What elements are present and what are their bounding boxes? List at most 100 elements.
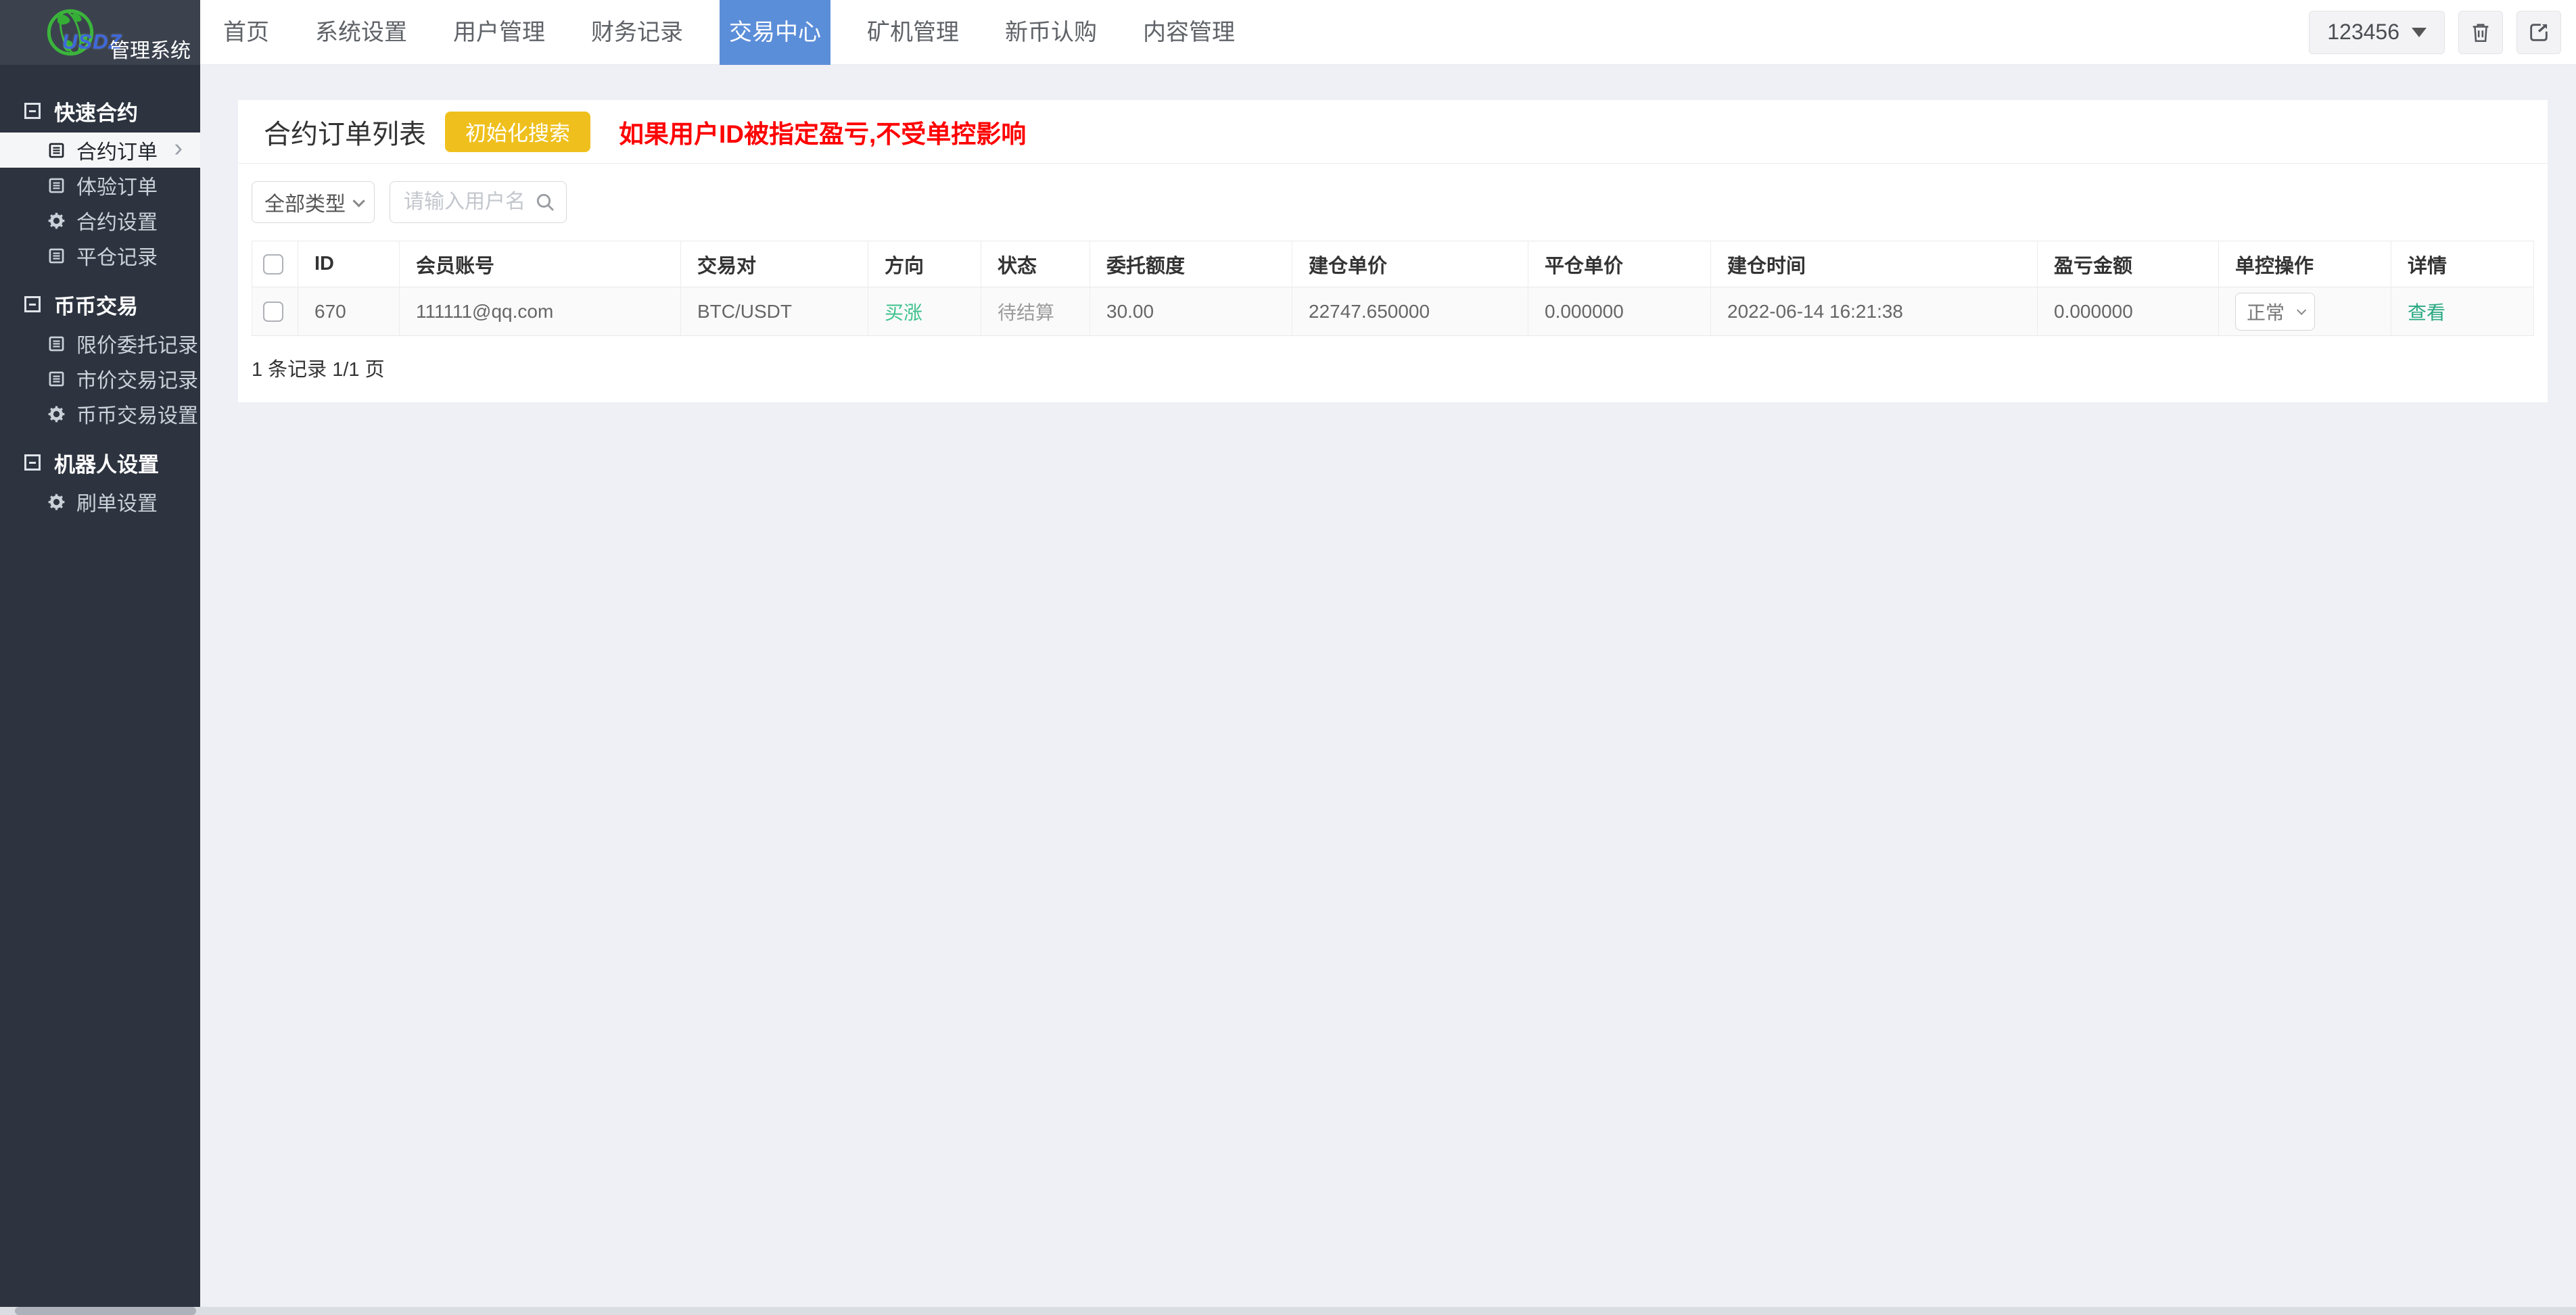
cell-id: 670 (298, 287, 400, 336)
sidebar-item-刷单设置[interactable]: 刷单设置 (0, 484, 200, 519)
sidebar-section-title[interactable]: 机器人设置 (0, 441, 200, 484)
column-header: 详情 (2391, 241, 2534, 287)
sidebar-section-label: 快速合约 (54, 96, 138, 126)
row-checkbox[interactable] (263, 302, 283, 322)
column-header: ID (298, 241, 400, 287)
top-nav-item[interactable]: 新币认购 (996, 0, 1106, 65)
cell-open_time: 2022-06-14 16:21:38 (1711, 287, 2038, 336)
horizontal-scrollbar[interactable] (0, 1307, 2576, 1315)
column-header: 方向 (868, 241, 981, 287)
list-icon (47, 176, 66, 195)
app-name: 管理系统 (110, 34, 191, 64)
sidebar-item-label: 限价委托记录 (76, 329, 198, 358)
filter-row: 全部类型 (238, 164, 2548, 241)
top-nav-item[interactable]: 系统设置 (306, 0, 417, 65)
list-icon (47, 247, 66, 265)
sidebar-section: 机器人设置刷单设置 (0, 441, 200, 519)
sidebar-item-label: 刷单设置 (76, 487, 158, 517)
sidebar-section-title[interactable]: 币币交易 (0, 283, 200, 326)
control-select[interactable]: 正常 (2235, 293, 2315, 331)
sidebar-item-合约订单[interactable]: 合约订单 › (0, 133, 200, 168)
control-select-value: 正常 (2247, 298, 2285, 325)
top-nav-item[interactable]: 首页 (214, 0, 279, 65)
sidebar-item-label: 币币交易设置 (76, 399, 198, 429)
gear-icon (47, 212, 66, 230)
title-row: 合约订单列表 初始化搜索 如果用户ID被指定盈亏,不受单控影响 (238, 100, 2548, 164)
topbar-actions: 123456 (2309, 11, 2561, 54)
top-nav-item[interactable]: 财务记录 (582, 0, 693, 65)
sidebar-item-平仓记录[interactable]: 平仓记录 (0, 238, 200, 273)
user-dropdown-label: 123456 (2327, 20, 2399, 45)
user-dropdown-button[interactable]: 123456 (2309, 11, 2445, 54)
init-search-button[interactable]: 初始化搜索 (445, 112, 590, 152)
app-logo[interactable]: USDZ 管理系统 (0, 0, 200, 65)
top-nav-item[interactable]: 矿机管理 (858, 0, 968, 65)
list-icon (47, 335, 66, 353)
column-header: 建仓时间 (1711, 241, 2038, 287)
search-box (390, 181, 567, 223)
detail-link[interactable]: 查看 (2408, 302, 2445, 323)
collapse-icon (24, 296, 41, 312)
cell-open_price: 22747.650000 (1292, 287, 1528, 336)
direction-text: 买涨 (885, 302, 922, 323)
column-header: 会员账号 (400, 241, 681, 287)
export-icon (2527, 21, 2550, 44)
cell-pair: BTC/USDT (681, 287, 868, 336)
gear-icon (47, 493, 66, 511)
type-select[interactable]: 全部类型 (252, 181, 375, 223)
type-select-value: 全部类型 (264, 187, 346, 217)
sidebar-item-限价委托记录[interactable]: 限价委托记录 (0, 326, 200, 361)
list-icon (47, 141, 66, 160)
cell-status: 待结算 (981, 287, 1090, 336)
cell-amount: 30.00 (1090, 287, 1292, 336)
sidebar: USDZ 管理系统 快速合约合约订单 › 体验订单合约设置平仓记录币币交易限价委托记… (0, 0, 200, 1315)
column-header: 状态 (981, 241, 1090, 287)
column-header: 单控操作 (2219, 241, 2391, 287)
sidebar-item-label: 平仓记录 (76, 241, 158, 270)
collapse-icon (24, 454, 41, 471)
top-nav-item[interactable]: 内容管理 (1133, 0, 1244, 65)
collapse-icon (24, 103, 41, 119)
sidebar-item-市价交易记录[interactable]: 市价交易记录 (0, 361, 200, 396)
cell-detail_label: 查看 (2391, 287, 2534, 336)
search-icon (534, 191, 556, 213)
top-nav-item[interactable]: 交易中心 (720, 0, 830, 65)
pagination-info: 1 条记录 1/1 页 (238, 336, 2548, 402)
sidebar-section-title[interactable]: 快速合约 (0, 89, 200, 133)
sidebar-section: 币币交易限价委托记录市价交易记录币币交易设置 (0, 283, 200, 431)
orders-table-wrap: ID会员账号交易对方向状态委托额度建仓单价平仓单价建仓时间盈亏金额单控操作详情 … (252, 241, 2534, 336)
column-header: 建仓单价 (1292, 241, 1528, 287)
sidebar-section: 快速合约合约订单 › 体验订单合约设置平仓记录 (0, 89, 200, 273)
chevron-down-icon (352, 195, 365, 207)
chevron-right-icon: › (174, 135, 183, 161)
content-card: 合约订单列表 初始化搜索 如果用户ID被指定盈亏,不受单控影响 全部类型 ID会… (238, 100, 2548, 402)
sidebar-item-合约设置[interactable]: 合约设置 (0, 203, 200, 238)
page-title: 合约订单列表 (264, 112, 426, 151)
cell-close_price: 0.000000 (1528, 287, 1711, 336)
chevron-down-icon (2297, 305, 2306, 314)
sidebar-item-label: 体验订单 (76, 170, 158, 200)
trash-button[interactable] (2458, 11, 2503, 54)
list-icon (47, 370, 66, 388)
column-header: 平仓单价 (1528, 241, 1711, 287)
warning-text: 如果用户ID被指定盈亏,不受单控影响 (619, 114, 1026, 150)
scrollbar-thumb[interactable] (15, 1307, 196, 1315)
table-body: 670111111@qq.comBTC/USDT 买涨 待结算 30.0022747.… (252, 287, 2534, 336)
select-all-checkbox[interactable] (263, 254, 283, 274)
caret-down-icon (2412, 28, 2427, 37)
cell-profit: 0.000000 (2038, 287, 2219, 336)
sidebar-item-体验订单[interactable]: 体验订单 (0, 168, 200, 203)
sidebar-section-label: 币币交易 (54, 289, 138, 320)
table-header-row: ID会员账号交易对方向状态委托额度建仓单价平仓单价建仓时间盈亏金额单控操作详情 (252, 241, 2534, 287)
sidebar-item-label: 合约订单 (76, 135, 158, 165)
sidebar-item-币币交易设置[interactable]: 币币交易设置 (0, 396, 200, 431)
top-nav: 首页系统设置用户管理财务记录交易中心矿机管理新币认购内容管理 (200, 0, 1258, 65)
table-row: 670111111@qq.comBTC/USDT 买涨 待结算 30.0022747.… (252, 287, 2534, 336)
top-nav-item[interactable]: 用户管理 (444, 0, 555, 65)
cell-account: 111111@qq.com (400, 287, 681, 336)
status-text: 待结算 (998, 302, 1054, 323)
logout-button[interactable] (2516, 11, 2561, 54)
trash-icon (2469, 21, 2492, 44)
sidebar-item-label: 合约设置 (76, 206, 158, 235)
cell-control_value: 正常 (2219, 287, 2391, 336)
